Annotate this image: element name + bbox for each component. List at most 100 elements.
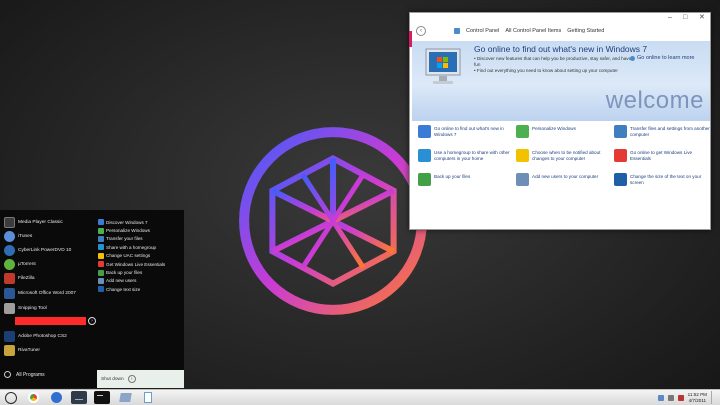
task-backup[interactable]: Back up your files [418, 173, 514, 190]
task-homegroup[interactable]: Use a homegroup to share with other comp… [418, 149, 514, 166]
task-personalize[interactable]: Personalize Windows [516, 125, 612, 142]
program-label: µTorrent [18, 261, 36, 267]
globe-icon [630, 55, 635, 61]
desktop-emblem [239, 127, 427, 315]
program-media-player-classic[interactable]: Media Player Classic [4, 216, 94, 228]
link-transfer-files[interactable]: Transfer your files [98, 235, 184, 243]
network-icon[interactable] [657, 394, 664, 401]
shutdown-button[interactable]: Shut down [101, 377, 124, 382]
program-filezilla[interactable]: FileZilla [4, 272, 94, 284]
globe-icon [418, 125, 431, 138]
program-itunes[interactable]: iTunes [4, 230, 94, 242]
program-rivatuner[interactable]: RivaTuner [4, 344, 94, 356]
learn-more-label: Go online to learn more [637, 55, 695, 61]
start-button[interactable] [5, 392, 17, 404]
task-label: Go online to find out what's new in Wind… [434, 126, 504, 137]
taskbar-notepad[interactable] [140, 391, 156, 404]
shutdown-area: Shut down › [97, 370, 184, 388]
personalize-icon [516, 125, 529, 138]
taskbar-media-player[interactable] [48, 391, 64, 404]
program-word[interactable]: Microsoft Office Word 2007 [4, 287, 94, 299]
program-label: CyberLink PowerDVD 10 [18, 247, 72, 253]
transfer-icon [614, 125, 627, 138]
link-live-essentials[interactable]: Get Windows Live Essentials [98, 260, 184, 268]
task-link-label: Change UAC settings [106, 253, 151, 259]
personalize-icon [98, 227, 104, 234]
link-backup[interactable]: Back up your files [98, 268, 184, 276]
breadcrumb-getting-started[interactable]: Getting Started [567, 28, 604, 34]
volume-icon[interactable] [667, 394, 674, 401]
banner-bullets: • Discover new features that can help yo… [474, 56, 634, 73]
program-snipping-tool[interactable]: Snipping Tool [4, 302, 94, 314]
task-link-label: Transfer your files [106, 236, 143, 242]
display-icon [614, 173, 627, 186]
windows-flag-icon [614, 149, 627, 162]
windows-icon [98, 219, 104, 226]
program-utorrent[interactable]: µTorrent [4, 258, 94, 270]
program-label: FileZilla [18, 275, 35, 281]
address-bar: ‹ Control Panel All Control Panel Items … [416, 25, 704, 37]
banner-bullet: • Discover new features that can help yo… [474, 56, 632, 67]
control-panel-window: – □ ✕ ‹ Control Panel All Control Panel … [409, 12, 711, 230]
task-label: Transfer files and settings from another… [630, 126, 710, 137]
link-uac[interactable]: Change UAC settings [98, 252, 184, 260]
task-link-label: Personalize Windows [106, 228, 150, 234]
task-text-size[interactable]: Change the size of the text on your scre… [614, 173, 710, 190]
breadcrumb-all-items[interactable]: All Control Panel Items [505, 28, 561, 34]
task-transfer[interactable]: Transfer files and settings from another… [614, 125, 710, 142]
start-menu: Media Player Classic iTunes CyberLink Po… [0, 210, 184, 388]
clock[interactable]: 11:52 PM 4/7/2011 [688, 392, 707, 404]
submenu-arrow-icon[interactable]: › [88, 317, 96, 325]
task-whats-new[interactable]: Go online to find out what's new in Wind… [418, 125, 514, 142]
filezilla-icon [4, 272, 15, 284]
close-icon[interactable]: ✕ [699, 13, 705, 22]
program-label: Microsoft Office Word 2007 [18, 290, 76, 296]
task-uac[interactable]: Choose when to be notified about changes… [516, 149, 612, 166]
minimize-icon[interactable]: – [668, 13, 672, 22]
show-desktop-button[interactable] [711, 391, 716, 404]
backup-icon [98, 269, 104, 276]
task-grid: Go online to find out what's new in Wind… [418, 125, 710, 190]
shutdown-options-icon[interactable]: › [127, 375, 136, 383]
taskbar-explorer[interactable] [117, 391, 133, 404]
folder-icon [118, 393, 132, 402]
terminal-icon [97, 395, 103, 396]
media-player-icon [50, 392, 62, 403]
system-tray: 11:52 PM 4/7/2011 [657, 391, 716, 404]
program-label: Adobe Photoshop CS2 [18, 333, 67, 339]
task-label: Add new users to your computer [532, 174, 599, 179]
rivatuner-icon [4, 344, 15, 356]
program-powerdvd[interactable]: CyberLink PowerDVD 10 [4, 244, 94, 256]
breadcrumb-control-panel[interactable]: Control Panel [466, 28, 499, 34]
itunes-icon [4, 230, 15, 242]
banner-bullet: • Find out everything you need to know a… [474, 67, 618, 73]
all-programs-button[interactable]: All Programs [4, 371, 45, 378]
window-titlebar[interactable]: – □ ✕ [410, 13, 710, 23]
learn-more-link[interactable]: Go online to learn more [630, 55, 694, 61]
highlighted-program-bar[interactable] [15, 317, 86, 325]
task-live-essentials[interactable]: Go online to get Windows Live Essentials [614, 149, 710, 166]
display-icon [98, 286, 104, 293]
task-label: Personalize Windows [532, 126, 576, 131]
maximize-icon[interactable]: □ [683, 13, 687, 22]
link-discover-windows[interactable]: Discover Windows 7 [98, 218, 184, 226]
link-homegroup[interactable]: Share with a homegroup [98, 243, 184, 251]
task-label: Choose when to be notified about changes… [532, 150, 601, 161]
backup-icon [418, 173, 431, 186]
taskbar-chrome[interactable] [25, 391, 41, 404]
users-icon [98, 277, 104, 284]
link-text-size[interactable]: Change text size [98, 285, 184, 293]
taskbar-lightroom[interactable] [71, 391, 87, 404]
control-panel-icon [454, 28, 460, 34]
taskbar-command-prompt[interactable] [94, 391, 110, 404]
program-label: Media Player Classic [18, 219, 63, 225]
task-add-users[interactable]: Add new users to your computer [516, 173, 612, 190]
scissors-icon [4, 302, 15, 314]
link-add-users[interactable]: Add new users [98, 277, 184, 285]
program-photoshop[interactable]: Adobe Photoshop CS2 [4, 330, 94, 342]
task-link-label: Discover Windows 7 [106, 219, 148, 225]
flag-icon[interactable] [677, 394, 684, 401]
link-personalize[interactable]: Personalize Windows [98, 226, 184, 234]
windows-flag-icon [98, 261, 104, 268]
back-arrow-icon[interactable]: ‹ [416, 26, 426, 36]
